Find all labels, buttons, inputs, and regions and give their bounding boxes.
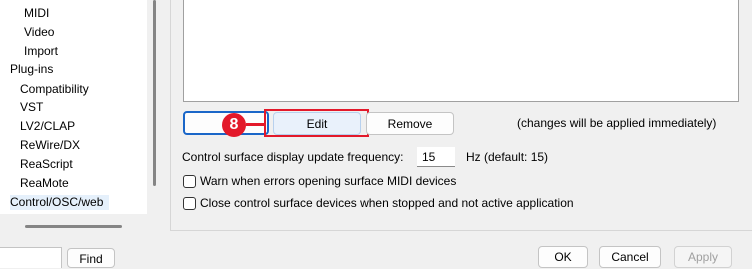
apply-button[interactable]: Apply — [674, 246, 732, 268]
ok-button[interactable]: OK — [538, 246, 588, 268]
tree-item-control-osc-web[interactable]: Control/OSC/web — [10, 195, 110, 210]
tree-item-reascript[interactable]: ReaScript — [20, 157, 73, 172]
tree-vertical-scroll-thumb[interactable] — [153, 0, 156, 186]
tree-item-video[interactable]: Video — [24, 25, 54, 40]
control-surface-list[interactable] — [183, 0, 739, 102]
warn-midi-errors-checkbox[interactable] — [183, 175, 196, 188]
tree-item-lv2-clap[interactable]: LV2/CLAP — [20, 119, 75, 134]
warn-midi-errors-label: Warn when errors opening surface MIDI de… — [200, 174, 457, 188]
edit-highlight-box — [264, 109, 369, 137]
find-input[interactable] — [0, 247, 62, 268]
remove-button[interactable]: Remove — [366, 112, 454, 135]
update-frequency-input[interactable] — [417, 147, 455, 167]
step-number-badge: 8 — [222, 113, 246, 137]
step-connector-line — [246, 123, 266, 126]
update-frequency-hint: Hz (default: 15) — [466, 150, 549, 164]
tree-item-plugins[interactable]: Plug-ins — [10, 62, 53, 77]
tree-item-reamote[interactable]: ReaMote — [20, 176, 69, 191]
tree-item-vst[interactable]: VST — [20, 100, 43, 115]
update-frequency-label: Control surface display update frequency… — [182, 150, 404, 164]
preferences-tree[interactable]: MIDI Video Import Plug-ins Compatibility… — [0, 0, 148, 214]
find-button[interactable]: Find — [67, 248, 115, 268]
changes-applied-note: (changes will be applied immediately) — [517, 116, 717, 130]
tree-item-midi[interactable]: MIDI — [24, 6, 49, 21]
tree-horizontal-scroll-thumb[interactable] — [25, 225, 122, 228]
close-devices-label: Close control surface devices when stopp… — [200, 196, 574, 210]
tree-item-rewire-dx[interactable]: ReWire/DX — [20, 138, 80, 153]
tree-item-import[interactable]: Import — [24, 44, 58, 59]
tree-item-compatibility[interactable]: Compatibility — [20, 82, 89, 97]
close-devices-checkbox[interactable] — [183, 197, 196, 210]
cancel-button[interactable]: Cancel — [599, 246, 661, 268]
